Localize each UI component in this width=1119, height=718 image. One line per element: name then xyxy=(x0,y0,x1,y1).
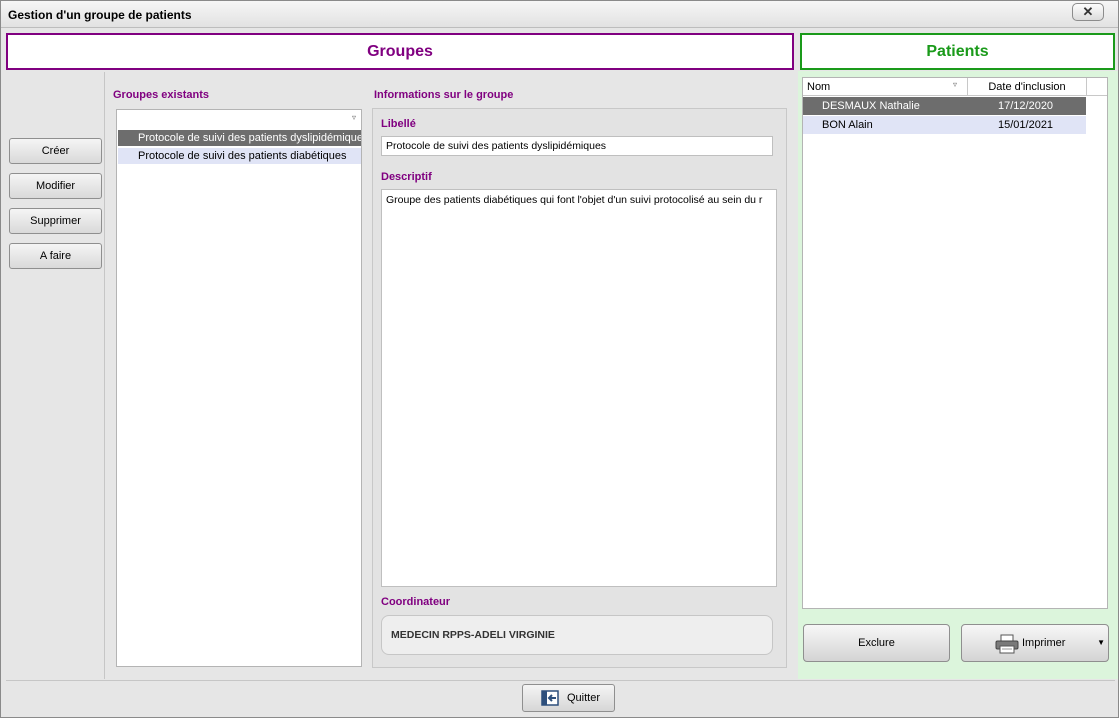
printer-icon xyxy=(995,634,1019,654)
quit-label: Quitter xyxy=(567,692,601,704)
coordinateur-label: Coordinateur xyxy=(381,596,451,608)
patients-table[interactable]: Nom ▿ Date d'inclusion DESMAUX Nathalie … xyxy=(802,77,1108,609)
modify-button[interactable]: Modifier xyxy=(9,173,102,199)
groupes-list[interactable]: ▿ Protocole de suivi des patients dyslip… xyxy=(116,109,362,667)
sort-icon[interactable]: ▿ xyxy=(352,113,356,122)
column-nom[interactable]: Nom xyxy=(807,81,830,93)
quit-button[interactable]: Quitter xyxy=(522,684,615,712)
libelle-field[interactable]: Protocole de suivi des patients dyslipid… xyxy=(381,136,773,156)
todo-button[interactable]: A faire xyxy=(9,243,102,269)
descriptif-label: Descriptif xyxy=(381,171,432,183)
close-icon: ✕ xyxy=(1082,4,1094,19)
print-label: Imprimer xyxy=(1022,637,1066,649)
coordinateur-field[interactable]: MEDECIN RPPS-ADELI VIRGINIE xyxy=(381,615,773,655)
list-item[interactable]: Protocole de suivi des patients diabétiq… xyxy=(118,148,361,164)
descriptif-textarea[interactable]: Groupe des patients diabétiques qui font… xyxy=(381,189,777,587)
column-date-inclusion[interactable]: Date d'inclusion xyxy=(967,78,1086,96)
create-button[interactable]: Créer xyxy=(9,138,102,164)
actions-sidebar: Créer Modifier Supprimer A faire xyxy=(6,72,105,679)
delete-button[interactable]: Supprimer xyxy=(9,208,102,234)
groupes-header: Groupes xyxy=(6,33,794,70)
window-title: Gestion d'un groupe de patients xyxy=(8,8,192,22)
table-row[interactable]: DESMAUX Nathalie 17/12/2020 xyxy=(803,97,1086,115)
patient-name: DESMAUX Nathalie xyxy=(822,100,920,112)
info-section-label: Informations sur le groupe xyxy=(374,89,514,101)
exit-icon xyxy=(541,690,559,706)
list-item[interactable]: Protocole de suivi des patients dyslipid… xyxy=(118,130,361,146)
libelle-label: Libellé xyxy=(381,118,416,130)
close-button[interactable]: ✕ xyxy=(1072,3,1104,21)
patients-header: Patients xyxy=(800,33,1115,70)
patient-date: 15/01/2021 xyxy=(998,119,1054,131)
table-header: Nom ▿ Date d'inclusion xyxy=(803,78,1086,96)
table-row[interactable]: BON Alain 15/01/2021 xyxy=(803,116,1086,134)
title-bar: Gestion d'un groupe de patients ✕ xyxy=(1,1,1118,28)
exclude-button[interactable]: Exclure xyxy=(803,624,950,662)
dialog-window: Gestion d'un groupe de patients ✕ Groupe… xyxy=(0,0,1119,718)
patient-name: BON Alain xyxy=(822,119,873,131)
print-button[interactable]: Imprimer ▼ xyxy=(961,624,1109,662)
chevron-down-icon[interactable]: ▼ xyxy=(1097,625,1105,661)
table-header-filler xyxy=(1086,78,1107,96)
sort-icon[interactable]: ▿ xyxy=(953,80,957,89)
groupes-list-label: Groupes existants xyxy=(113,89,209,101)
patient-date: 17/12/2020 xyxy=(998,100,1054,112)
